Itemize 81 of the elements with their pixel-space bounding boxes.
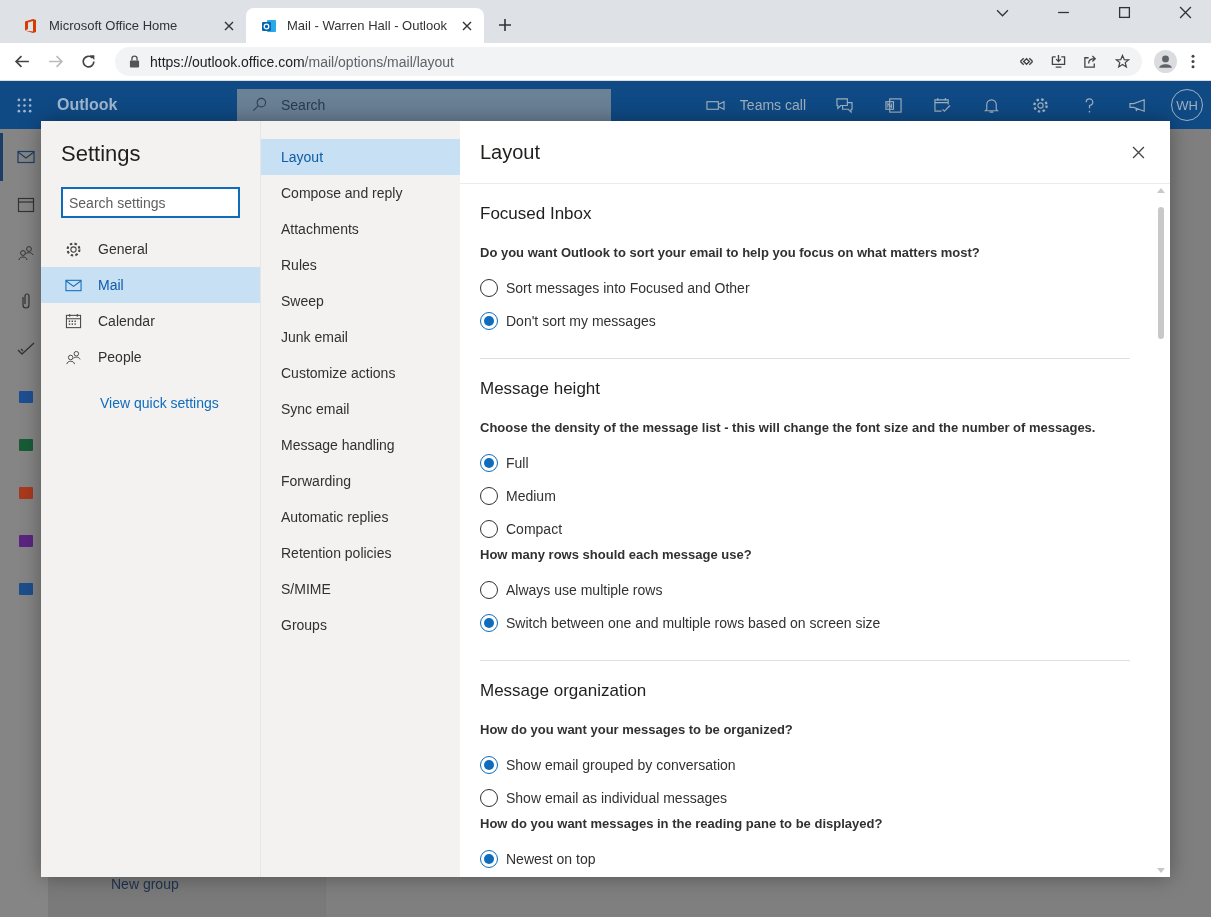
settings-category[interactable]: Calendar — [41, 303, 260, 339]
tab-title: Mail - Warren Hall - Outlook — [287, 18, 448, 33]
chat-icon[interactable] — [835, 96, 854, 114]
close-tab-icon[interactable] — [224, 20, 234, 31]
app-name: Outlook — [57, 96, 119, 114]
question-text: How many rows should each message use? — [480, 546, 753, 564]
settings-subcategory[interactable]: Attachments — [261, 211, 460, 247]
browser-tab[interactable]: Mail - Warren Hall - Outlook — [246, 8, 484, 43]
option-label[interactable]: Medium — [506, 487, 556, 504]
browser-tab[interactable]: Microsoft Office Home — [8, 8, 246, 43]
address-bar[interactable]: https://outlook.office.com/mail/options/mail/layout — [115, 47, 1142, 76]
url-text: https://outlook.office.com/mail/options/mail/layout — [150, 53, 454, 70]
option-label[interactable]: Full — [506, 454, 529, 471]
calendar-icon — [65, 312, 82, 330]
panel-title: Layout — [480, 140, 542, 164]
settings-subcategory[interactable]: Sweep — [261, 283, 460, 319]
menu-icon[interactable] — [1191, 54, 1195, 69]
option-label[interactable]: Show email grouped by conversation — [506, 756, 736, 773]
outlook-logo-icon — [261, 17, 277, 34]
share-icon[interactable] — [1083, 54, 1098, 69]
settings-subcategory[interactable]: Automatic replies — [261, 499, 460, 535]
settings-icon[interactable] — [1031, 96, 1050, 114]
option-label[interactable]: Switch between one and multiple rows based on screen size — [506, 614, 881, 631]
option-label[interactable]: Show email as individual messages — [506, 789, 727, 806]
teams-call-button[interactable]: Teams call — [739, 97, 806, 113]
question-text: How do you want your messages to be organized? — [480, 721, 794, 739]
settings-category[interactable]: General — [41, 231, 260, 267]
question-text: How do you want messages in the reading pane to be displayed? — [480, 815, 884, 833]
lock-icon — [129, 55, 140, 68]
radio-dot — [484, 457, 494, 468]
section-heading: Message organization — [480, 680, 648, 702]
settings-subcategory[interactable]: S/MIME — [261, 571, 460, 607]
option-label[interactable]: Don't sort my messages — [506, 312, 656, 329]
settings-category[interactable]: Mail — [41, 267, 260, 303]
close-tab-icon[interactable] — [462, 20, 472, 31]
radio-dot — [484, 315, 494, 326]
settings-subcategory[interactable]: Forwarding — [261, 463, 460, 499]
profile-icon[interactable] — [1154, 50, 1177, 73]
question-text: Choose the density of the message list - this will change the font size and the number of messages. — [480, 419, 1097, 437]
view-quick-settings-link[interactable]: View quick settings — [100, 395, 260, 411]
settings-subcategory[interactable]: Sync email — [261, 391, 460, 427]
settings-subcategory[interactable]: Groups — [261, 607, 460, 643]
settings-icon — [65, 240, 82, 258]
radio-dot — [484, 853, 494, 864]
search-field[interactable]: Search — [237, 89, 611, 121]
maximize-icon[interactable] — [1118, 6, 1131, 19]
office-logo-icon — [23, 17, 39, 34]
settings-subcategory[interactable]: Retention policies — [261, 535, 460, 571]
bell-icon[interactable] — [982, 96, 1001, 114]
option-label[interactable]: Always use multiple rows — [506, 581, 663, 598]
settings-subcategory[interactable]: Message handling — [261, 427, 460, 463]
settings-subcategory[interactable]: Rules — [261, 247, 460, 283]
settings-title: Settings — [61, 141, 142, 167]
settings-subcategory[interactable]: Layout — [261, 139, 460, 175]
close-icon[interactable] — [1132, 145, 1145, 159]
option-label[interactable]: Newest on top — [506, 850, 596, 867]
settings-subcategory[interactable]: Junk email — [261, 319, 460, 355]
notebook-icon[interactable] — [884, 96, 903, 114]
settings-category[interactable]: People — [41, 339, 260, 375]
search-icon — [252, 97, 267, 112]
question-text: Do you want Outlook to sort your email to help you focus on what matters most? — [480, 244, 981, 262]
star-icon[interactable] — [1115, 54, 1130, 69]
reload-icon[interactable] — [80, 53, 97, 70]
radio-dot — [484, 759, 494, 770]
back-arrow-icon[interactable] — [14, 53, 31, 70]
settings-subcategory[interactable]: Customize actions — [261, 355, 460, 391]
option-label[interactable]: Sort messages into Focused and Other — [506, 279, 750, 296]
option-label[interactable]: Compact — [506, 520, 563, 537]
calendar-check-icon[interactable] — [933, 96, 952, 114]
people-icon — [65, 348, 82, 366]
radio-dot — [484, 617, 494, 628]
section-heading: Focused Inbox — [480, 203, 593, 225]
search-settings-field[interactable]: Search settings — [61, 187, 240, 218]
install-icon[interactable] — [1051, 54, 1066, 69]
section-heading: Message height — [480, 378, 602, 400]
megaphone-icon[interactable] — [1129, 96, 1148, 114]
new-tab-icon[interactable] — [498, 18, 512, 32]
app-launcher-icon[interactable] — [17, 97, 32, 113]
settings-subcategory[interactable]: Compose and reply — [261, 175, 460, 211]
tab-title: Microsoft Office Home — [49, 18, 179, 33]
close-icon[interactable] — [1179, 6, 1192, 19]
